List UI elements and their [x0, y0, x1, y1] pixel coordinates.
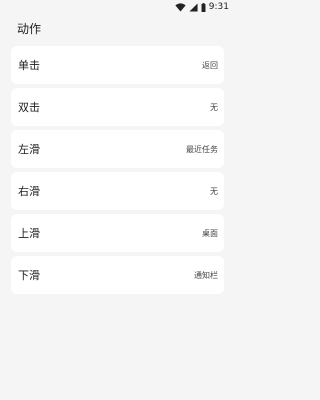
page-title: 动作 — [17, 22, 42, 36]
action-value: 最近任务 — [186, 144, 218, 154]
action-list: 单击 返回 双击 无 左滑 最近任务 右滑 无 上滑 桌面 下滑 通知栏 — [11, 46, 224, 298]
action-value: 通知栏 — [194, 270, 218, 280]
signal-icon — [189, 2, 198, 12]
status-icons: 9:31 — [175, 1, 229, 13]
action-label: 左滑 — [18, 143, 40, 156]
battery-icon — [201, 2, 206, 12]
action-label: 双击 — [18, 101, 40, 114]
action-label: 右滑 — [18, 185, 40, 198]
wifi-icon — [175, 2, 186, 12]
action-row-swipe-up[interactable]: 上滑 桌面 — [11, 214, 224, 252]
action-row-single-tap[interactable]: 单击 返回 — [11, 46, 224, 84]
action-row-swipe-right[interactable]: 右滑 无 — [11, 172, 224, 210]
status-bar: 9:31 — [0, 0, 235, 14]
action-label: 单击 — [18, 59, 40, 72]
action-value: 返回 — [202, 60, 218, 70]
action-label: 下滑 — [18, 269, 40, 282]
action-row-swipe-left[interactable]: 左滑 最近任务 — [11, 130, 224, 168]
action-value: 无 — [210, 102, 218, 112]
status-time: 9:31 — [208, 2, 229, 12]
action-row-double-tap[interactable]: 双击 无 — [11, 88, 224, 126]
action-label: 上滑 — [18, 227, 40, 240]
action-row-swipe-down[interactable]: 下滑 通知栏 — [11, 256, 224, 294]
action-value: 桌面 — [202, 228, 218, 238]
action-value: 无 — [210, 186, 218, 196]
